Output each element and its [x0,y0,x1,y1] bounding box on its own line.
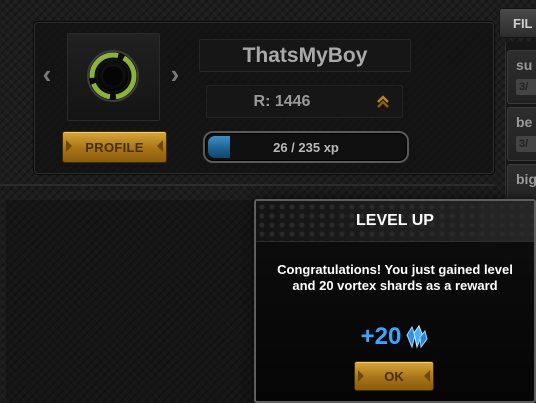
next-avatar-arrow-icon[interactable]: › [166,61,184,87]
dialog-message: Congratulations! You just gained level a… [277,262,513,293]
player-name-box: ThatsMyBoy [199,39,411,72]
reward-amount: +20 [360,323,402,350]
dialog-header: LEVEL UP [256,201,534,242]
player-name: ThatsMyBoy [242,43,368,67]
avatar [67,33,160,121]
sidebar-item-name: su [516,57,533,73]
sidebar-item-name: be [516,114,533,130]
rating-box: R: 1446 [206,85,403,118]
xp-progress-bar: 26 / 235 xp [203,131,409,163]
crystal-shard-icon [406,325,428,349]
sidebar-item[interactable]: be 3/ [507,107,536,161]
sidebar-item-name: big [516,171,536,187]
previous-avatar-arrow-icon[interactable]: ‹ [38,61,56,87]
filter-tab[interactable]: FIL [499,8,536,38]
sidebar-item-sub: 3/ [516,136,536,152]
panel-divider [0,184,494,186]
rating-text: R: 1446 [253,92,311,110]
double-chevron-up-icon [377,95,389,108]
reward-row: +20 [256,322,534,352]
level-up-dialog: LEVEL UP Congratulations! You just gaine… [254,199,536,403]
xp-text: 26 / 235 xp [273,139,339,155]
content-area [6,200,256,403]
profile-button[interactable]: PROFILE [62,131,167,163]
sidebar-item-sub: 3/ [516,79,536,95]
sidebar-item[interactable]: su 3/ [507,50,536,104]
profile-button-label: PROFILE [85,139,144,155]
dialog-title: LEVEL UP [356,212,434,229]
vortex-ring-icon [87,50,139,102]
filter-tab-label: FIL [513,15,533,31]
ok-button-label: OK [384,368,404,384]
ok-button[interactable]: OK [354,361,434,391]
